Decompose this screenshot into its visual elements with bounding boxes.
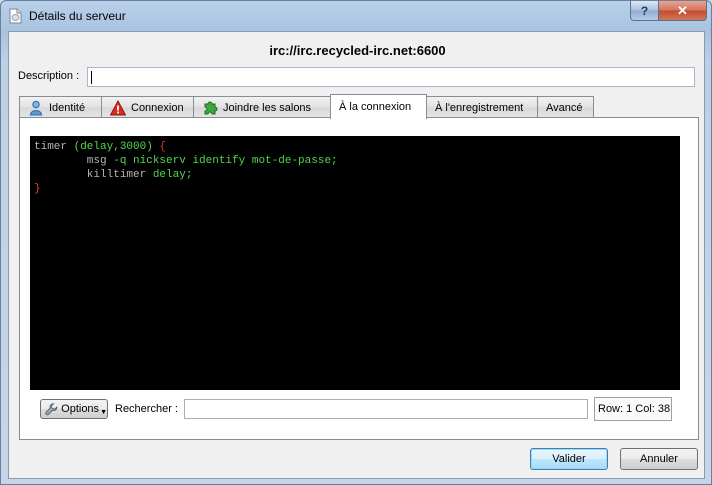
code-token: timer	[34, 141, 74, 153]
dialog-body: irc://irc.recycled-irc.net:6600 Descript…	[8, 31, 705, 479]
code-line: }	[34, 182, 676, 196]
user-icon	[29, 100, 43, 115]
tab-joindre-salons[interactable]: Joindre les salons	[193, 96, 331, 118]
window-controls: ? ✕	[630, 1, 707, 22]
tab-label: À la connexion	[339, 101, 412, 113]
cancel-button[interactable]: Annuler	[620, 448, 698, 470]
options-label: Options	[61, 403, 100, 415]
server-details-window: Détails du serveur ? ✕ irc://irc.recycle…	[0, 0, 712, 485]
tab-avance[interactable]: Avancé	[537, 96, 594, 118]
dropdown-arrow-icon: ▼	[100, 408, 107, 416]
cursor-position-indicator: Row: 1 Col: 38	[594, 397, 672, 421]
code-token: (delay,3000)	[73, 141, 160, 153]
code-token: -q nickserv identify mot-de-passe;	[113, 155, 338, 167]
code-line: killtimer delay;	[34, 168, 676, 182]
search-input[interactable]	[184, 399, 588, 419]
tab-label: Avancé	[546, 101, 583, 114]
code-token: msg	[34, 155, 114, 167]
code-token: delay;	[152, 169, 193, 181]
tab-label: Connexion	[131, 101, 184, 114]
description-input[interactable]	[87, 67, 695, 87]
help-button[interactable]: ?	[630, 1, 659, 21]
window-title: Détails du serveur	[29, 9, 126, 23]
code-token: {	[159, 141, 167, 153]
puzzle-icon	[204, 101, 218, 114]
tab-a-la-connexion[interactable]: À la connexion	[330, 94, 427, 119]
tab-a-l-enregistrement[interactable]: À l'enregistrement	[426, 96, 538, 118]
script-editor[interactable]: timer (delay,3000) { msg -q nickserv ide…	[30, 136, 680, 390]
tab-label: À l'enregistrement	[435, 101, 524, 114]
validate-button[interactable]: Valider	[530, 448, 608, 470]
code-line: msg -q nickserv identify mot-de-passe;	[34, 154, 676, 168]
code-line: timer (delay,3000) {	[34, 140, 676, 154]
text-caret	[91, 71, 92, 84]
description-label: Description :	[18, 70, 80, 82]
code-token: killtimer	[34, 169, 153, 181]
tab-identite[interactable]: Identité	[19, 96, 102, 118]
options-button[interactable]: Options ▼	[40, 399, 108, 419]
document-icon	[9, 8, 22, 24]
server-name: irc://irc.recycled-irc.net:6600	[269, 43, 446, 58]
close-button[interactable]: ✕	[659, 1, 707, 21]
tab-label: Identité	[49, 101, 86, 114]
code-token: }	[34, 183, 41, 195]
tab-label: Joindre les salons	[223, 101, 312, 114]
tab-connexion[interactable]: Connexion	[101, 96, 194, 118]
search-label: Rechercher :	[115, 403, 178, 415]
wrench-icon	[45, 403, 58, 416]
title-bar[interactable]: Détails du serveur ? ✕	[1, 1, 711, 31]
warning-icon	[110, 99, 126, 115]
